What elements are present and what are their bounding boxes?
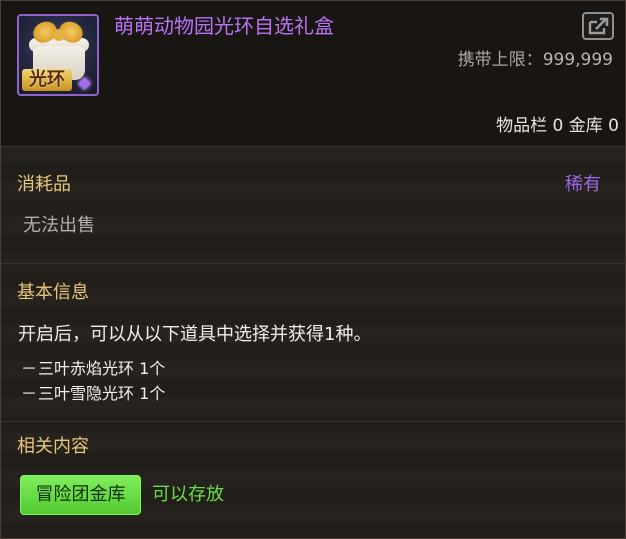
item-icon[interactable]: 光环 [17, 14, 99, 96]
gift-knot-icon [53, 29, 65, 41]
list-item: －三叶雪隐光环 1个 [21, 381, 165, 406]
carry-limit: 携带上限：999,999 [458, 49, 613, 71]
choice-dash: － [21, 384, 38, 403]
item-description: 开启后，可以从以下道具中选择并获得1种。 [18, 324, 372, 345]
section-divider [1, 263, 625, 264]
item-tooltip: 光环 萌萌动物园光环自选礼盒 携带上限：999,999 物品栏 0 金库 0 消… [0, 0, 626, 539]
adventure-vault-button[interactable]: 冒险团金库 [20, 475, 141, 515]
share-button[interactable] [582, 12, 614, 40]
share-icon [588, 17, 609, 35]
choice-dash: － [21, 359, 38, 378]
basic-info-heading: 基本信息 [17, 282, 89, 303]
list-item: －三叶赤焰光环 1个 [21, 356, 165, 381]
item-type-badge: 光环 [22, 69, 72, 91]
section-divider [1, 421, 625, 422]
item-title: 萌萌动物园光环自选礼盒 [114, 14, 334, 38]
choice-item-label: 三叶赤焰光环 1个 [38, 359, 166, 378]
carry-limit-label: 携带上限： [457, 50, 543, 70]
choice-item-label: 三叶雪隐光环 1个 [38, 384, 166, 403]
gem-icon [78, 77, 91, 90]
carry-limit-value: 999,999 [542, 50, 613, 70]
related-content-heading: 相关内容 [17, 436, 89, 457]
tooltip-header: 光环 萌萌动物园光环自选礼盒 携带上限：999,999 物品栏 0 金库 0 [1, 1, 625, 147]
choice-list: －三叶赤焰光环 1个 －三叶雪隐光环 1个 [21, 356, 165, 406]
storage-counts: 物品栏 0 金库 0 [496, 116, 619, 136]
storable-status: 可以存放 [152, 484, 224, 505]
category-label: 消耗品 [17, 174, 71, 195]
rarity-label: 稀有 [565, 174, 601, 195]
sell-status: 无法出售 [23, 215, 95, 236]
